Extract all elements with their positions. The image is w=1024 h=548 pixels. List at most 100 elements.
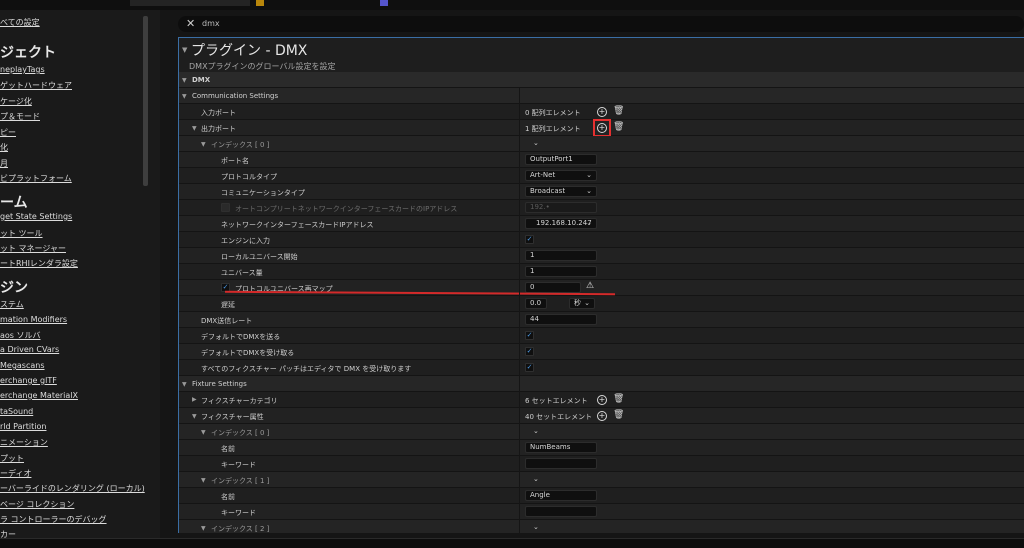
sidebar-item[interactable]: プ＆モード [0,111,40,122]
sidebar-item[interactable]: ゲットハードウェア [0,80,72,91]
add-element-icon[interactable]: + [597,107,607,117]
sidebar-item[interactable]: べての設定 [0,17,40,28]
sidebar-scrollbar[interactable] [143,16,148,186]
attr-keyword-field[interactable] [525,458,597,469]
row-attr-index-1[interactable]: ▼ インデックス [ 1 ] ⌄ [179,472,1024,488]
row-input-to-engine: エンジンに入力 ✓ [179,232,1024,248]
row-label: インデックス [ 1 ] [211,477,270,485]
input-to-engine-checkbox[interactable]: ✓ [525,235,534,244]
delay-unit-dropdown[interactable]: 秒 ⌄ [569,298,595,309]
row-label: インデックス [ 2 ] [211,525,270,533]
sidebar-item[interactable]: Megascans [0,361,45,370]
sidebar-item[interactable]: aos ソルバ [0,330,41,341]
row-label: ポート名 [221,157,249,165]
sidebar-item[interactable]: ニメーション [0,437,48,448]
sidebar-item[interactable]: ベージ コレクション [0,499,74,510]
attr-name-field[interactable]: NumBeams [525,442,597,453]
sidebar-item[interactable]: erchange glTF [0,376,57,385]
row-index-0[interactable]: ▼ インデックス [ 0 ] ⌄ [179,136,1024,152]
chevron-down-icon[interactable]: ⌄ [533,523,539,531]
category-label: Communication Settings [192,92,279,100]
caret-down-icon: ▼ [182,77,187,84]
sidebar-item[interactable]: カー [0,529,16,538]
sidebar-item[interactable]: rld Partition [0,422,46,431]
sidebar-item[interactable]: mation Modifiers [0,315,67,324]
protocol-remap-field[interactable]: 0 [525,282,581,293]
sidebar-item[interactable]: ーバーライドのレンダリング (ローカル) [0,483,145,494]
sidebar-item[interactable]: taSound [0,407,33,416]
sidebar-item[interactable]: a Driven CVars [0,345,59,354]
sidebar-item[interactable]: ピー [0,127,16,138]
search-bar[interactable] [178,16,1024,32]
sidebar-item[interactable]: ラ コントローラーのデバッグ [0,514,107,525]
delay-field[interactable]: 0.0 [525,298,547,309]
row-universe-count: ユニバース量 1 [179,264,1024,280]
row-attr-index-0[interactable]: ▼ インデックス [ 0 ] ⌄ [179,424,1024,440]
caret-down-icon: ▼ [201,525,206,532]
row-input-ports: 入力ポート 0 配列エレメント + 🗑 [179,104,1024,120]
universe-count-field[interactable]: 1 [525,266,597,277]
tab-marker [256,0,264,6]
row-output-ports: ▼ 出力ポート 1 配列エレメント + 🗑 [179,119,1024,137]
row-attr-index-2[interactable]: ▼ インデックス [ 2 ] ⌄ [179,520,1024,533]
caret-right-icon[interactable]: ▶ [192,396,197,403]
nic-ip-dropdown[interactable]: 192.168.10.247 ⌄ [525,218,597,229]
sidebar-item[interactable]: ット マネージャー [0,243,66,254]
add-element-icon[interactable]: + [597,411,607,421]
attr-keyword-field[interactable] [525,506,597,517]
search-input[interactable]: dmx [202,19,220,28]
protocol-type-dropdown[interactable]: Art-Net ⌄ [525,170,597,181]
sidebar-item[interactable]: プット [0,453,24,464]
sidebar-item[interactable]: ートRHIレンダラ設定 [0,258,78,269]
row-value: 6 セットエレメント [525,397,588,405]
row-attr1-name: 名前 Angle [179,488,1024,504]
add-element-icon[interactable]: + [597,395,607,405]
sidebar-item[interactable]: ケージ化 [0,96,32,107]
collapse-caret-icon[interactable]: ▼ [182,46,187,54]
sidebar-item[interactable]: ーディオ [0,468,31,479]
trash-icon[interactable]: 🗑 [613,410,624,420]
category-communication-settings[interactable]: ▼ Communication Settings [179,88,1024,104]
trash-icon[interactable]: 🗑 [613,394,624,404]
row-label: エンジンに入力 [221,237,270,245]
sidebar-item[interactable]: ステム [0,299,24,310]
sidebar-item[interactable]: 月 [0,158,8,169]
chevron-down-icon[interactable]: ⌄ [533,475,539,483]
receive-in-editor-checkbox[interactable]: ✓ [525,363,534,372]
comm-type-dropdown[interactable]: Broadcast ⌄ [525,186,597,197]
default-receive-checkbox[interactable]: ✓ [525,347,534,356]
sidebar-item[interactable]: ビプラットフォーム [0,173,72,184]
chevron-down-icon[interactable]: ⌄ [533,139,539,147]
trash-icon[interactable]: 🗑 [613,122,624,132]
sidebar-item[interactable]: neplayTags [0,65,45,74]
category-dmx[interactable]: ▼ DMX [179,72,1024,88]
trash-icon[interactable]: 🗑 [613,106,624,116]
chevron-down-icon[interactable]: ⌄ [533,427,539,435]
row-fixture-attributes: ▼ フィクスチャー属性 40 セットエレメント + 🗑 [179,408,1024,424]
caret-down-icon: ▼ [201,141,206,148]
default-send-checkbox[interactable]: ✓ [525,331,534,340]
attr-name-field[interactable]: Angle [525,490,597,501]
caret-down-icon[interactable]: ▼ [192,125,197,132]
category-label: DMX [192,76,211,84]
port-name-field[interactable]: OutputPort1 [525,154,597,165]
sidebar-item[interactable]: get State Settings [0,212,72,221]
row-label: フィクスチャー属性 [201,413,264,421]
sidebar-item[interactable]: erchange MaterialX [0,391,78,400]
dropdown-value: 192.168.10.247 [536,219,592,227]
row-receive-in-editor: すべてのフィクスチャー パッチはエディタで DMX を受け取ります ✓ [179,360,1024,376]
top-strip [0,0,1024,10]
row-label: すべてのフィクスチャー パッチはエディタで DMX を受け取ります [201,365,412,373]
caret-down-icon[interactable]: ▼ [192,413,197,420]
send-rate-field[interactable]: 44 [525,314,597,325]
dropdown-value: 秒 [574,299,581,307]
sidebar-item[interactable]: 化 [0,142,8,153]
local-universe-start-field[interactable]: 1 [525,250,597,261]
category-fixture-settings[interactable]: ▼ Fixture Settings [179,376,1024,392]
close-icon[interactable]: ✕ [186,17,195,30]
row-nic-ip: ネットワークインターフェースカードIPアドレス 192.168.10.247 ⌄ [179,216,1024,232]
sidebar-item[interactable]: ット ツール [0,228,43,239]
auto-complete-checkbox[interactable] [221,203,230,212]
row-label: 名前 [221,445,235,453]
chevron-down-icon: ⌄ [586,187,592,195]
